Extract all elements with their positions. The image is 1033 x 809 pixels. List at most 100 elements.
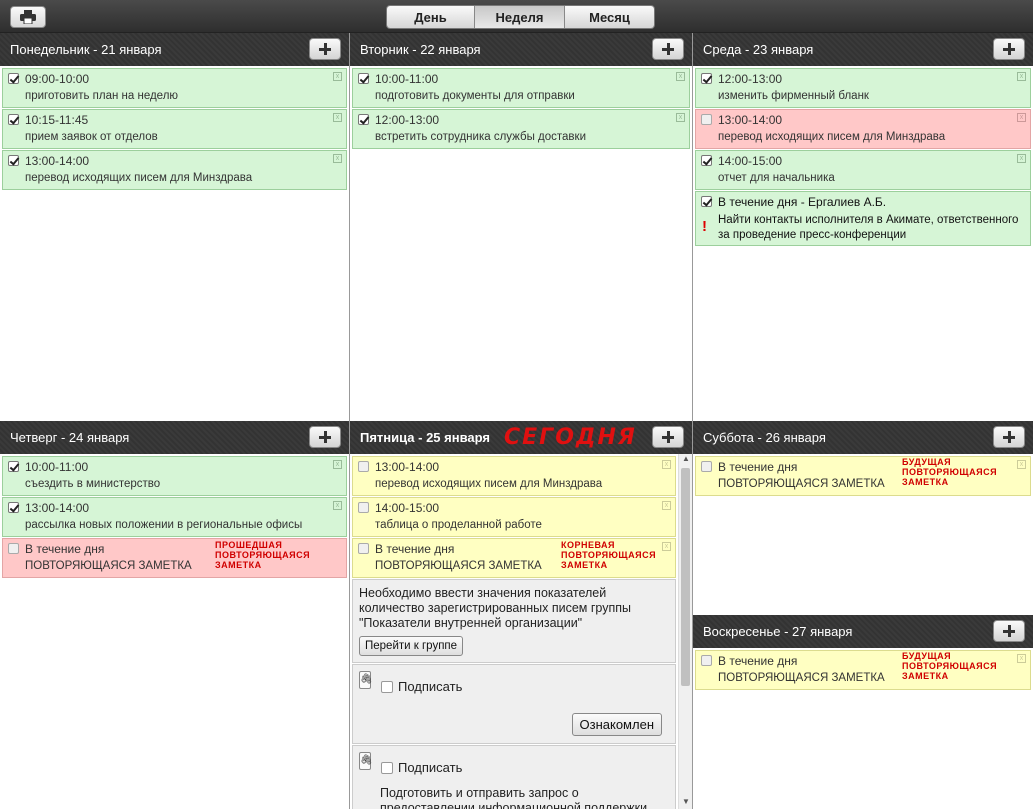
note-checkbox[interactable]	[701, 114, 712, 125]
close-icon[interactable]: x	[333, 501, 342, 510]
close-icon[interactable]: x	[676, 113, 685, 122]
view-month-button[interactable]: Месяц	[565, 6, 654, 28]
add-note-button[interactable]	[652, 38, 684, 60]
panel-text: Подготовить и отправить запрос о предост…	[380, 786, 648, 809]
note-pending[interactable]: x 14:00-15:00 таблица о проделанной рабо…	[352, 497, 676, 537]
go-to-group-button[interactable]: Перейти к группе	[359, 636, 464, 656]
close-icon[interactable]: x	[1017, 460, 1026, 469]
note[interactable]: x 12:00-13:00 изменить фирменный бланк	[695, 68, 1031, 108]
close-icon[interactable]: x	[333, 72, 342, 81]
add-note-button[interactable]	[309, 38, 341, 60]
day-header: Пятница - 25 января СЕГОДНЯ	[350, 421, 692, 454]
note-desc: прием заявок от отделов	[25, 131, 158, 143]
add-note-button[interactable]	[309, 426, 341, 448]
day-thursday: Четверг - 24 января x 10:00-11:00 съезди…	[0, 421, 350, 809]
note[interactable]: x 10:15-11:45 прием заявок от отделов	[2, 109, 347, 149]
close-icon[interactable]: x	[662, 501, 671, 510]
close-icon[interactable]: x	[333, 154, 342, 163]
close-icon[interactable]: x	[1017, 654, 1026, 663]
note[interactable]: x 12:00-13:00 встретить сотрудника служб…	[352, 109, 690, 149]
close-icon[interactable]: x	[676, 72, 685, 81]
note-pending[interactable]: x 13:00-14:00 перевод исходящих писем дл…	[352, 456, 676, 496]
close-icon[interactable]: x	[662, 542, 671, 551]
note-time: 10:00-11:00	[375, 72, 439, 86]
note-checkbox[interactable]	[358, 543, 369, 554]
note-time: 12:00-13:00	[718, 72, 783, 86]
day-header: Четверг - 24 января	[0, 421, 349, 454]
note[interactable]: x 13:00-14:00 рассылка новых положении в…	[2, 497, 347, 537]
note-desc: перевод исходящих писем для Минздрава	[375, 478, 603, 490]
note[interactable]: x 13:00-14:00 перевод исходящих писем дл…	[2, 150, 347, 190]
note-time: 10:00-11:00	[25, 460, 89, 474]
note[interactable]: x 14:00-15:00 отчет для начальника	[695, 150, 1031, 190]
scroll-down-icon[interactable]: ▼	[679, 797, 692, 809]
note-checkbox[interactable]	[358, 502, 369, 513]
scroll-up-icon[interactable]: ▲	[679, 454, 692, 466]
day-title: Понедельник - 21 января	[10, 42, 162, 57]
panel-text: Необходимо ввести значения показателей к…	[359, 586, 631, 630]
add-note-button[interactable]	[993, 426, 1025, 448]
note-checkbox[interactable]	[701, 155, 712, 166]
tag-line: ПОВТОРЯЮЩАЯСЯ	[215, 550, 311, 560]
note-recurring-past[interactable]: В течение дня ПОВТОРЯЮЩАЯСЯ ЗАМЕТКА ПРОШ…	[2, 538, 347, 578]
day-title: Суббота - 26 января	[703, 430, 826, 445]
note-checkbox[interactable]	[358, 73, 369, 84]
note[interactable]: ! В течение дня - Ергалиев А.Б. Найти ко…	[695, 191, 1031, 246]
note-time: 13:00-14:00	[375, 460, 440, 474]
scrollbar[interactable]: ▲ ▼	[678, 454, 692, 809]
note-time: 10:15-11:45	[25, 113, 89, 127]
acknowledge-button[interactable]: Ознакомлен	[571, 713, 662, 736]
sign-checkbox[interactable]	[381, 680, 393, 693]
note-overdue[interactable]: x 13:00-14:00 перевод исходящих писем дл…	[695, 109, 1031, 149]
sign-checkbox[interactable]	[381, 761, 393, 774]
recurring-tag: ПРОШЕДШАЯ ПОВТОРЯЮЩАЯСЯ ЗАМЕТКА	[215, 540, 310, 570]
note-checkbox[interactable]	[8, 543, 19, 554]
note-checkbox[interactable]	[8, 114, 19, 125]
tag-line: ПОВТОРЯЮЩАЯСЯ	[902, 467, 998, 477]
note-checkbox[interactable]	[8, 502, 19, 513]
note-recurring-future[interactable]: x В течение дня ПОВТОРЯЮЩАЯСЯ ЗАМЕТКА БУ…	[695, 650, 1031, 690]
view-day-button[interactable]: День	[387, 6, 475, 28]
note-checkbox[interactable]	[358, 461, 369, 472]
day-friday: Пятница - 25 января СЕГОДНЯ x 13:00-14:0…	[350, 421, 693, 809]
note[interactable]: x 10:00-11:00 подготовить документы для …	[352, 68, 690, 108]
note-time: 13:00-14:00	[25, 501, 90, 515]
close-icon[interactable]: x	[662, 460, 671, 469]
close-icon[interactable]: x	[333, 460, 342, 469]
note-checkbox[interactable]	[701, 73, 712, 84]
close-icon[interactable]: x	[333, 113, 342, 122]
paperclip-icon[interactable]: 🖇	[359, 671, 373, 689]
note-time: 13:00-14:00	[718, 113, 783, 127]
day-title: Вторник - 22 января	[360, 42, 481, 57]
add-note-button[interactable]	[993, 620, 1025, 642]
note-checkbox[interactable]	[8, 461, 19, 472]
add-note-button[interactable]	[993, 38, 1025, 60]
plus-icon	[662, 43, 674, 55]
note-checkbox[interactable]	[358, 114, 369, 125]
add-note-button[interactable]	[652, 426, 684, 448]
note-checkbox[interactable]	[8, 73, 19, 84]
close-icon[interactable]: x	[1017, 113, 1026, 122]
note[interactable]: x 09:00-10:00 приготовить план на неделю	[2, 68, 347, 108]
scrollbar-thumb[interactable]	[681, 468, 690, 686]
plus-icon	[1003, 43, 1015, 55]
printer-icon	[20, 10, 36, 24]
print-button[interactable]	[10, 6, 46, 28]
view-week-button[interactable]: Неделя	[475, 6, 565, 28]
note-recurring-future[interactable]: x В течение дня ПОВТОРЯЮЩАЯСЯ ЗАМЕТКА БУ…	[695, 456, 1031, 496]
note[interactable]: x 10:00-11:00 съездить в министерство	[2, 456, 347, 496]
day-title: Среда - 23 января	[703, 42, 814, 57]
note-desc: изменить фирменный бланк	[718, 90, 869, 102]
paperclip-icon[interactable]: 🖇	[359, 752, 373, 770]
toolbar: День Неделя Месяц	[0, 0, 1033, 33]
close-icon[interactable]: x	[1017, 154, 1026, 163]
plus-icon	[1003, 431, 1015, 443]
note-checkbox[interactable]	[8, 155, 19, 166]
note-time: 14:00-15:00	[718, 154, 783, 168]
note-checkbox[interactable]	[701, 461, 712, 472]
tag-line: БУДУЩАЯ	[902, 651, 952, 661]
close-icon[interactable]: x	[1017, 72, 1026, 81]
note-checkbox[interactable]	[701, 196, 712, 207]
note-recurring-root[interactable]: x В течение дня ПОВТОРЯЮЩАЯСЯ ЗАМЕТКА КО…	[352, 538, 676, 578]
note-checkbox[interactable]	[701, 655, 712, 666]
